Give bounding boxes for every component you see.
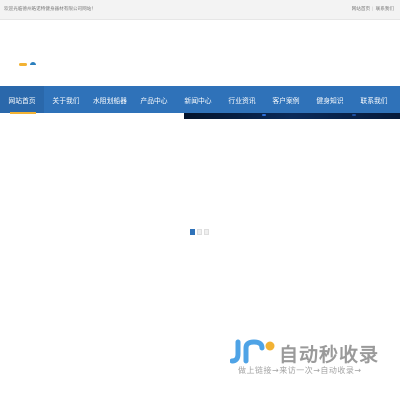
nav-item-products[interactable]: 产品中心	[132, 86, 176, 113]
main-nav: 网站首页 关于我们 水阻划船器 产品中心 新闻中心 行业资讯 客户案例 健身知识…	[0, 86, 400, 113]
banner-light-1	[262, 114, 266, 116]
logo-mark-right	[30, 62, 36, 67]
slider-dot-1[interactable]	[190, 229, 195, 235]
slider-dot-3[interactable]	[204, 229, 209, 235]
watermark: 自动秒收录 做上链接→来访一次→自动收录→	[230, 338, 400, 378]
slider-dot-2[interactable]	[197, 229, 202, 235]
site-logo[interactable]	[19, 62, 41, 67]
top-link-separator: |	[372, 7, 374, 12]
nav-item-industry[interactable]: 行业资讯	[220, 86, 264, 113]
top-bar: 欢迎光临德州皓诺特健身器材有限公司网站！ 网站首页 | 联系我们	[0, 0, 400, 20]
nav-item-about[interactable]: 关于我们	[44, 86, 88, 113]
top-links: 网站首页 | 联系我们	[352, 6, 394, 12]
banner-image[interactable]	[184, 113, 400, 119]
nav-item-water-rower[interactable]: 水阻划船器	[88, 86, 132, 113]
nav-item-news[interactable]: 新闻中心	[176, 86, 220, 113]
nav-item-contact[interactable]: 联系我们	[352, 86, 396, 113]
watermark-title: 自动秒收录	[279, 344, 380, 366]
nav-item-cases[interactable]: 客户案例	[264, 86, 308, 113]
watermark-subtitle: 做上链接→来访一次→自动收录→	[238, 366, 362, 375]
site-header	[0, 20, 400, 86]
nav-item-home[interactable]: 网站首页	[0, 86, 44, 113]
slider-pagination	[190, 229, 209, 235]
top-link-contact[interactable]: 联系我们	[376, 7, 394, 12]
nav-active-indicator	[10, 112, 36, 114]
jr-logo-icon	[230, 339, 275, 364]
welcome-text: 欢迎光临德州皓诺特健身器材有限公司网站！	[4, 7, 96, 12]
banner-light-2	[352, 114, 356, 116]
nav-item-fitness[interactable]: 健身知识	[308, 86, 352, 113]
top-link-home[interactable]: 网站首页	[352, 7, 370, 12]
logo-mark-left	[19, 63, 27, 66]
